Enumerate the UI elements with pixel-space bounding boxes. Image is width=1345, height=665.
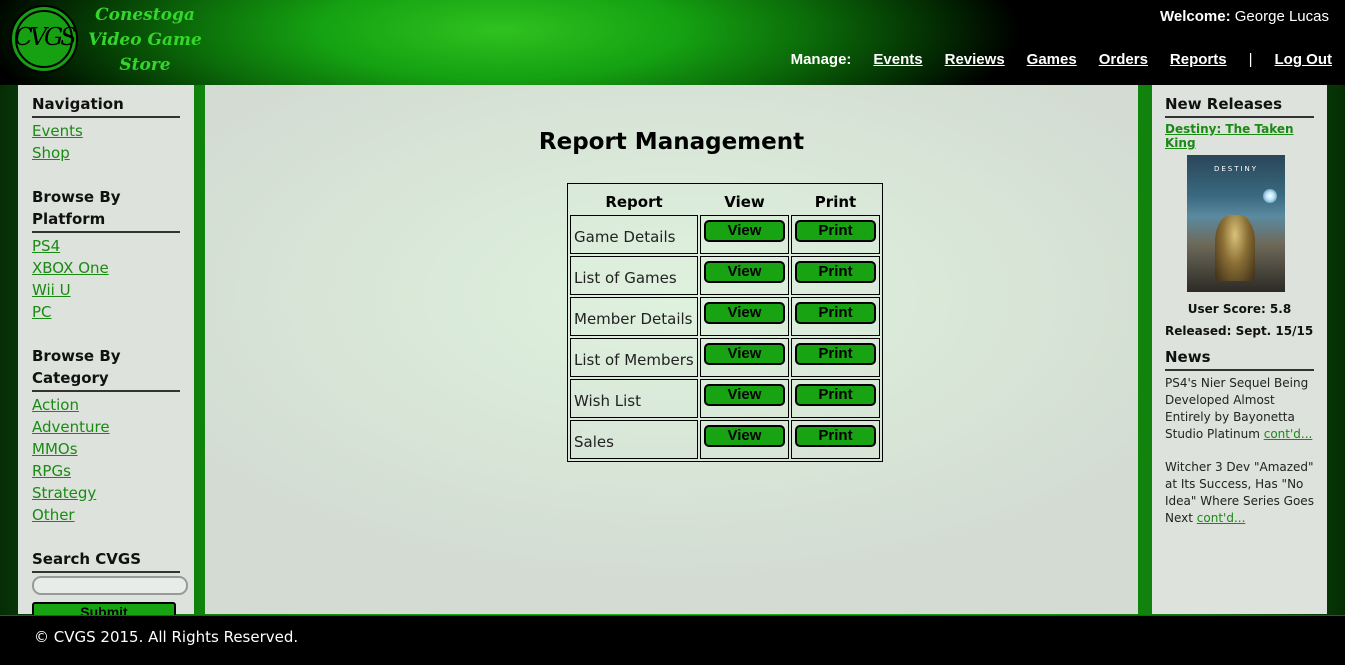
search-section: Search CVGS Submit [32,548,188,623]
category-link-mmos[interactable]: MMOs [32,438,180,460]
category-heading: Browse By Category [32,345,180,392]
new-releases-heading: New Releases [1165,93,1314,118]
cover-logo-text: DESTINY [1213,165,1259,173]
category-link-other[interactable]: Other [32,504,180,526]
welcome-user: George Lucas [1234,8,1329,25]
store-name-line: Store [119,55,171,75]
search-input[interactable] [32,576,188,595]
nav-reviews[interactable]: Reviews [945,51,1005,68]
table-header-row: Report View Print [570,186,880,213]
nav-reports[interactable]: Reports [1170,51,1227,68]
platform-heading: Browse By Platform [32,186,180,233]
logo-letters: CVGS [14,23,76,51]
user-score: User Score: 5.8 [1187,302,1292,316]
view-button[interactable]: View [704,425,785,447]
main-content: Report Management Report View Print Game… [205,85,1138,614]
cvgs-logo[interactable]: CVGS [10,5,78,73]
table-row: List of Games View Print [570,256,880,295]
table-row: Sales View Print [570,420,880,459]
view-button[interactable]: View [704,220,785,242]
news-contd-link[interactable]: cont'd... [1264,427,1313,441]
sidebar-link-shop[interactable]: Shop [32,142,180,164]
news-contd-link[interactable]: cont'd... [1197,511,1246,525]
category-link-strategy[interactable]: Strategy [32,482,180,504]
release-date: Released: Sept. 15/15 [1165,324,1314,338]
site-header: CVGS Conestoga Video Game Store Welcome:… [0,0,1345,85]
table-row: Wish List View Print [570,379,880,418]
view-button[interactable]: View [704,302,785,324]
column-header-view: View [724,192,765,211]
page-title: Report Management [538,129,805,155]
category-link-action[interactable]: Action [32,394,180,416]
welcome-label: Welcome: [1160,8,1231,25]
right-sidebar: New Releases Destiny: The Taken King DES… [1152,85,1327,614]
logout-link[interactable]: Log Out [1275,51,1332,68]
site-footer: © CVGS 2015. All Rights Reserved. [0,615,1345,665]
report-name: Wish List [570,379,698,418]
category-link-adventure[interactable]: Adventure [32,416,180,438]
sidebar-link-events[interactable]: Events [32,120,180,142]
top-navigation: Manage: Events Reviews Games Orders Repo… [769,51,1332,68]
navigation-section: Navigation Events Shop [32,93,180,164]
nav-separator: | [1248,51,1253,68]
report-table: Report View Print Game Details View Prin… [567,183,883,462]
platform-link-xbox-one[interactable]: XBOX One [32,257,180,279]
table-row: List of Members View Print [570,338,880,377]
copyright-text: © CVGS 2015. All Rights Reserved. [34,628,299,646]
nav-orders[interactable]: Orders [1099,51,1148,68]
print-button[interactable]: Print [795,343,876,365]
search-heading: Search CVGS [32,548,180,573]
platform-section: Browse By Platform PS4 XBOX One Wii U PC [32,186,180,323]
column-header-report: Report [605,192,663,211]
platform-link-ps4[interactable]: PS4 [32,235,180,257]
news-item: PS4's Nier Sequel Being Developed Almost… [1165,375,1314,443]
platform-link-pc[interactable]: PC [32,301,180,323]
platform-link-wii-u[interactable]: Wii U [32,279,180,301]
navigation-heading: Navigation [32,93,180,118]
manage-label: Manage: [790,51,852,68]
print-button[interactable]: Print [795,384,876,406]
nav-events[interactable]: Events [873,51,922,68]
view-button[interactable]: View [704,261,785,283]
table-row: Member Details View Print [570,297,880,336]
report-name: Member Details [570,297,698,336]
welcome-message: Welcome: George Lucas [1160,8,1329,25]
store-name-line: Video Game [88,30,202,50]
cover-figure [1215,215,1255,281]
report-name: List of Members [570,338,698,377]
report-name: List of Games [570,256,698,295]
news-heading: News [1165,346,1314,371]
column-header-print: Print [814,192,857,211]
view-button[interactable]: View [704,343,785,365]
print-button[interactable]: Print [795,220,876,242]
cover-glow [1263,189,1277,203]
news-item: Witcher 3 Dev "Amazed" at Its Success, H… [1165,459,1314,527]
release-title-link[interactable]: Destiny: The Taken King [1165,122,1314,150]
store-name-line: Conestoga [95,5,195,25]
print-button[interactable]: Print [795,425,876,447]
category-section: Browse By Category Action Adventure MMOs… [32,345,180,526]
print-button[interactable]: Print [795,302,876,324]
left-sidebar: Navigation Events Shop Browse By Platfor… [18,85,194,623]
report-name: Sales [570,420,698,459]
category-link-rpgs[interactable]: RPGs [32,460,180,482]
store-name: Conestoga Video Game Store [86,3,204,78]
game-cover-image[interactable]: DESTINY [1187,155,1285,292]
table-row: Game Details View Print [570,215,880,254]
report-name: Game Details [570,215,698,254]
print-button[interactable]: Print [795,261,876,283]
nav-games[interactable]: Games [1027,51,1077,68]
view-button[interactable]: View [704,384,785,406]
